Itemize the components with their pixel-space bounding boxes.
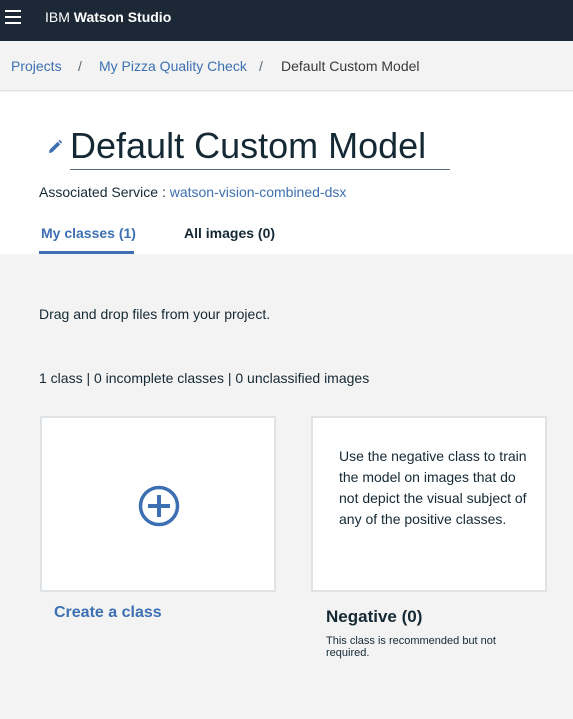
pencil-edit-icon[interactable]: [46, 138, 64, 156]
brand-name: Watson Studio: [73, 9, 172, 25]
associated-service-link[interactable]: watson-vision-combined-dsx: [170, 184, 347, 200]
negative-class-card[interactable]: Use the negative class to train the mode…: [311, 416, 547, 592]
negative-class-note: This class is recommended but not requir…: [326, 635, 496, 659]
hamburger-menu-icon[interactable]: [5, 10, 21, 26]
create-class-link[interactable]: Create a class: [54, 604, 162, 622]
breadcrumb-projects[interactable]: Projects: [11, 58, 62, 74]
tab-all-images[interactable]: All images (0): [184, 225, 275, 241]
associated-service: Associated Service : watson-vision-combi…: [39, 184, 346, 200]
breadcrumb-current: Default Custom Model: [281, 58, 420, 74]
class-counts-summary: 1 class | 0 incomplete classes | 0 uncla…: [39, 370, 370, 386]
associated-service-label: Associated Service :: [39, 184, 166, 200]
model-title[interactable]: Default Custom Model: [70, 124, 450, 170]
plus-circle-icon[interactable]: [138, 485, 180, 527]
breadcrumb-project[interactable]: My Pizza Quality Check: [99, 58, 247, 74]
brand-prefix: IBM: [45, 9, 70, 25]
brand-title[interactable]: IBM Watson Studio: [45, 9, 171, 25]
breadcrumb: Projects / My Pizza Quality Check / Defa…: [0, 41, 573, 91]
tab-my-classes[interactable]: My classes (1): [41, 225, 136, 241]
create-class-card[interactable]: [40, 416, 276, 592]
drag-drop-hint: Drag and drop files from your project.: [39, 306, 271, 322]
negative-class-description: Use the negative class to train the mode…: [339, 448, 527, 527]
breadcrumb-separator: /: [259, 58, 263, 74]
breadcrumb-separator: /: [78, 58, 82, 74]
negative-class-title: Negative (0): [326, 607, 423, 626]
top-navigation-bar: IBM Watson Studio: [0, 0, 573, 41]
